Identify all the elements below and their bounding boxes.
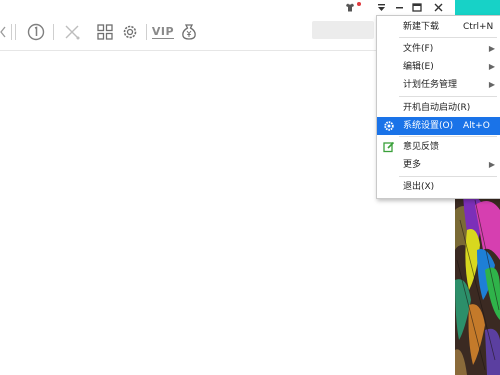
menu-separator — [399, 136, 497, 137]
menu-item-new-download[interactable]: 新建下载 Ctrl+N — [377, 18, 500, 36]
main-dropdown-menu: 新建下载 Ctrl+N 文件(F) ▶ 编辑(E) ▶ 计划任务管理 ▶ 开机自… — [376, 15, 500, 199]
toolbar-divider — [53, 24, 54, 40]
menu-separator — [399, 37, 497, 38]
menu-item-scheduled-tasks[interactable]: 计划任务管理 ▶ — [377, 76, 500, 94]
menu-item-file[interactable]: 文件(F) ▶ — [377, 40, 500, 58]
notification-dot — [357, 2, 361, 6]
maximize-icon[interactable] — [410, 0, 424, 14]
menu-item-exit[interactable]: 退出(X) — [377, 178, 500, 196]
history-clock-icon[interactable] — [26, 22, 46, 42]
submenu-arrow-icon: ▶ — [488, 44, 495, 53]
skin-icon[interactable] — [343, 0, 357, 14]
menu-separator — [399, 176, 497, 177]
menu-separator — [399, 96, 497, 97]
vip-badge[interactable]: VIP — [151, 22, 175, 42]
wallpaper-abstract-art — [455, 190, 500, 375]
menu-item-more[interactable]: 更多 ▶ — [377, 156, 500, 174]
cancel-icon[interactable] — [62, 22, 82, 42]
menu-item-edit[interactable]: 编辑(E) ▶ — [377, 58, 500, 76]
menu-item-auto-start[interactable]: 开机自动启动(R) — [377, 99, 500, 117]
minimize-icon[interactable] — [392, 0, 406, 14]
money-pouch-icon[interactable] — [179, 22, 199, 42]
menu-item-system-settings[interactable]: 系统设置(O) Alt+O — [377, 117, 500, 135]
toolbar-divider — [11, 24, 12, 40]
search-input[interactable] — [312, 21, 374, 39]
submenu-arrow-icon: ▶ — [488, 62, 495, 71]
gear-icon — [383, 120, 395, 132]
menu-dropdown-icon[interactable] — [374, 0, 388, 14]
feedback-edit-icon — [383, 141, 395, 153]
settings-gear-icon[interactable] — [120, 22, 140, 42]
toolbar-divider — [146, 24, 147, 40]
submenu-arrow-icon: ▶ — [488, 80, 495, 89]
submenu-arrow-icon: ▶ — [488, 160, 495, 169]
left-arrow-icon[interactable] — [0, 22, 6, 42]
toolbar-divider — [15, 24, 16, 40]
close-icon[interactable] — [431, 0, 445, 14]
app-grid-icon[interactable] — [95, 22, 115, 42]
menu-item-feedback[interactable]: 意见反馈 — [377, 138, 500, 156]
